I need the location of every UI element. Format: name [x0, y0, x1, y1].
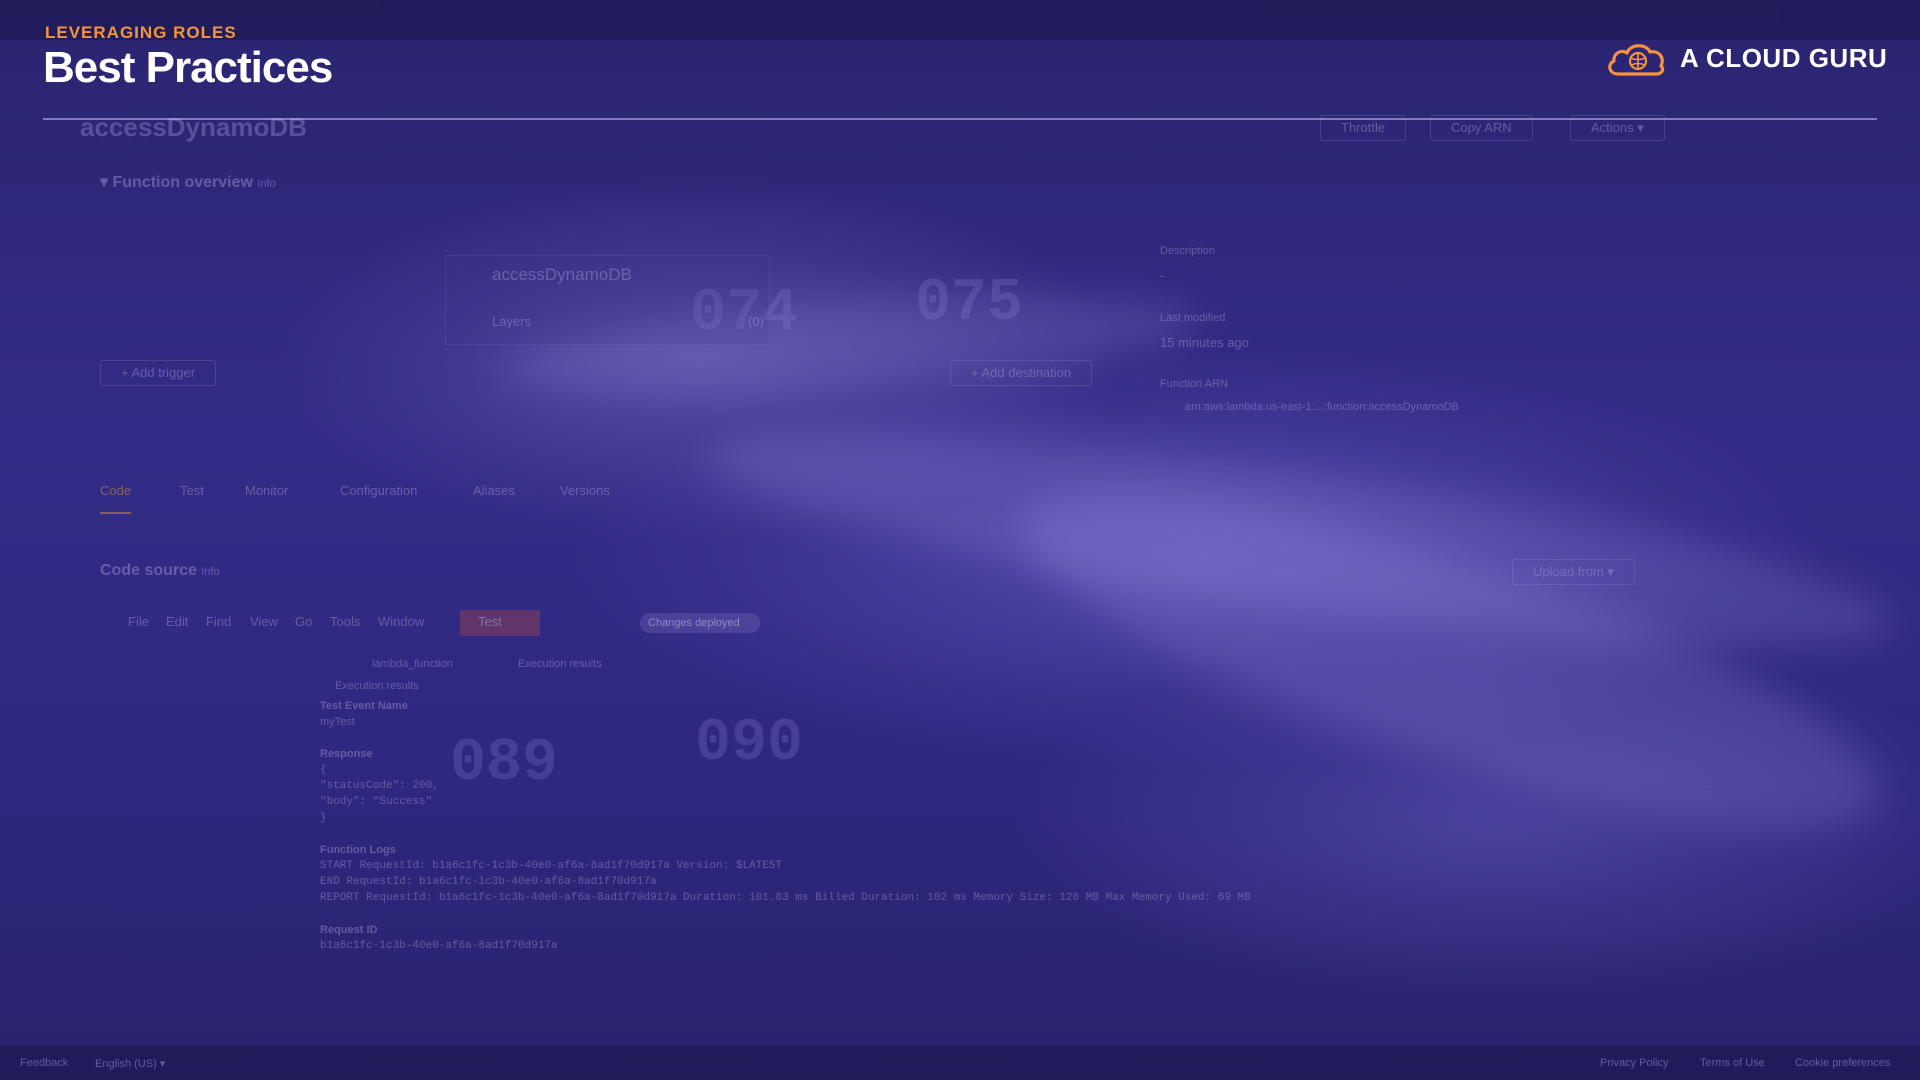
brand-logo: A CLOUD GURU: [1604, 36, 1887, 80]
slide-title: Best Practices: [43, 43, 333, 92]
cloud-logo-icon: [1608, 44, 1665, 76]
section-eyebrow: LEVERAGING ROLES: [45, 23, 237, 42]
title-overlay: LEVERAGING ROLES Best Practices A CLOUD …: [0, 0, 1920, 1080]
brand-name: A CLOUD GURU: [1680, 42, 1888, 73]
title-divider: [43, 118, 1877, 120]
